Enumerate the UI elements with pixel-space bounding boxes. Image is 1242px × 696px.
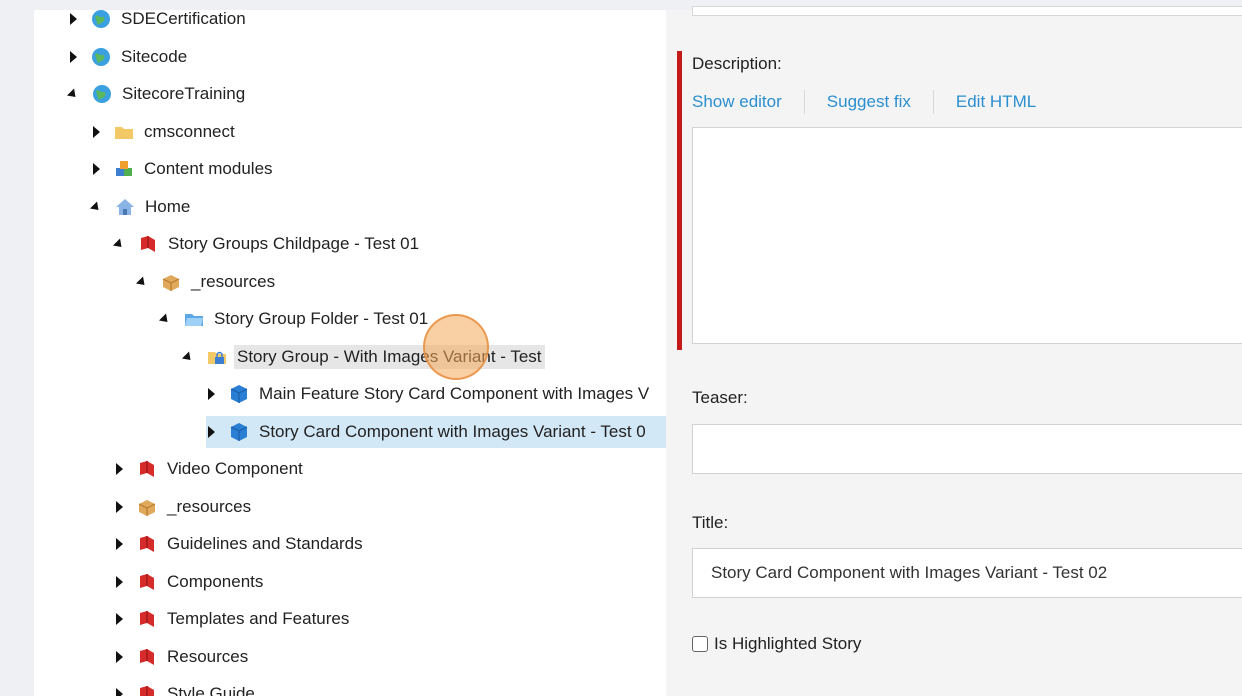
title-field[interactable]: Story Card Component with Images Variant… (692, 548, 1242, 598)
tree-item-label: Main Feature Story Card Component with I… (259, 384, 650, 403)
expand-arrow-icon[interactable] (70, 13, 77, 25)
collapse-arrow-icon[interactable] (158, 312, 172, 326)
tree-item-story-card-component[interactable]: Story Card Component with Images Variant… (206, 416, 666, 448)
bookmark-icon (137, 647, 157, 667)
expand-arrow-icon[interactable] (116, 651, 123, 663)
divider (803, 90, 805, 114)
tree-item-guidelines[interactable]: Guidelines and Standards (114, 528, 366, 560)
tree-item-story-groups-childpage[interactable]: Story Groups Childpage - Test 01 (112, 228, 422, 260)
tree-item-sdecertification[interactable]: SDECertification (68, 10, 249, 35)
tree-item-content-modules[interactable]: Content modules (91, 153, 276, 185)
tree-item-label: SitecoreTraining (122, 84, 246, 103)
cube-icon (229, 384, 249, 404)
tree-item-label: Style Guide (167, 684, 255, 696)
tree-item-label: Guidelines and Standards (167, 534, 363, 553)
description-label: Description: (692, 54, 782, 73)
folder-icon (114, 122, 134, 142)
tree-item-main-feature-story-card[interactable]: Main Feature Story Card Component with I… (206, 378, 652, 410)
tree-item-label: Resources (167, 647, 249, 666)
expand-arrow-icon[interactable] (116, 576, 123, 588)
folder-blue-icon (184, 309, 204, 329)
tree-item-label: _resources (167, 497, 252, 516)
globe-icon (92, 84, 112, 104)
tree-item-label: Templates and Features (167, 609, 350, 628)
bookmark-icon (137, 684, 157, 696)
tree-item-label: Home (145, 197, 191, 216)
field-editor-panel: Description: Show editor Suggest fix Edi… (666, 6, 1242, 696)
tree-item-resources-3[interactable]: Resources (114, 641, 251, 673)
tree-item-resources[interactable]: _resources (135, 266, 278, 298)
globe-icon (91, 10, 111, 29)
expand-arrow-icon[interactable] (116, 501, 123, 513)
globe-icon (91, 47, 111, 67)
tree-item-cmsconnect[interactable]: cmsconnect (91, 116, 238, 148)
modules-icon (114, 159, 134, 179)
edit-html-link[interactable]: Edit HTML (956, 92, 1036, 112)
tree-item-label: Video Component (167, 459, 303, 478)
checkbox-box[interactable] (692, 636, 708, 652)
expand-arrow-icon[interactable] (116, 463, 123, 475)
folder-lock-icon (207, 347, 227, 367)
tree-item-label: Story Group - With Images Variant - Test (234, 345, 545, 369)
checkbox-label: Is Highlighted Story (714, 634, 862, 653)
home-icon (115, 197, 135, 217)
divider (932, 90, 934, 114)
bookmark-icon (137, 609, 157, 629)
validation-error-bar (677, 51, 682, 350)
tree-item-label: Components (167, 572, 264, 591)
tree-item-label: SDECertification (121, 10, 246, 28)
tree-item-label: cmsconnect (144, 122, 235, 141)
tree-item-label: Sitecode (121, 47, 188, 66)
collapse-arrow-icon[interactable] (89, 200, 103, 214)
tree-item-resources-2[interactable]: _resources (114, 491, 254, 523)
tree-item-home[interactable]: Home (89, 191, 193, 223)
tree-item-label: Story Group Folder - Test 01 (214, 309, 429, 328)
collapse-arrow-icon[interactable] (181, 350, 195, 364)
expand-arrow-icon[interactable] (70, 51, 77, 63)
tree-item-label: Story Card Component with Images Variant… (259, 422, 646, 441)
suggest-fix-link[interactable]: Suggest fix (827, 92, 911, 112)
tree-item-label: Story Groups Childpage - Test 01 (168, 234, 420, 253)
teaser-field[interactable] (692, 424, 1242, 474)
expand-arrow-icon[interactable] (208, 426, 215, 438)
tree-item-label: _resources (191, 272, 276, 291)
expand-arrow-icon[interactable] (116, 688, 123, 696)
tree-item-story-group-folder[interactable]: Story Group Folder - Test 01 (158, 303, 431, 335)
expand-arrow-icon[interactable] (116, 613, 123, 625)
title-label: Title: (692, 513, 729, 532)
tree-item-label: Content modules (144, 159, 273, 178)
expand-arrow-icon[interactable] (93, 126, 100, 138)
bookmark-icon (137, 459, 157, 479)
box-icon (161, 272, 181, 292)
tree-item-sitecoretraining[interactable]: SitecoreTraining (66, 78, 248, 110)
is-highlighted-story-checkbox[interactable]: Is Highlighted Story (692, 634, 861, 654)
expand-arrow-icon[interactable] (116, 538, 123, 550)
bookmark-icon (137, 572, 157, 592)
cube-icon (229, 422, 249, 442)
tree-item-style-guide[interactable]: Style Guide (114, 678, 258, 696)
tree-item-sitecode[interactable]: Sitecode (68, 41, 190, 73)
bookmark-icon (137, 534, 157, 554)
collapse-arrow-icon[interactable] (66, 87, 80, 101)
expand-arrow-icon[interactable] (93, 163, 100, 175)
description-toolbar: Show editor Suggest fix Edit HTML (692, 90, 1036, 114)
show-editor-link[interactable]: Show editor (692, 92, 782, 112)
teaser-label: Teaser: (692, 388, 748, 407)
expand-arrow-icon[interactable] (208, 388, 215, 400)
tree-item-story-group-with-images[interactable]: Story Group - With Images Variant - Test (181, 341, 545, 373)
description-richtext-field[interactable] (692, 127, 1242, 344)
title-value: Story Card Component with Images Variant… (711, 563, 1108, 582)
bookmark-icon (138, 234, 158, 254)
previous-field-input[interactable] (692, 6, 1242, 16)
tree-item-video-component[interactable]: Video Component (114, 453, 306, 485)
collapse-arrow-icon[interactable] (135, 275, 149, 289)
content-tree: SDECertification Sitecode SitecoreTraini… (34, 10, 666, 696)
collapse-arrow-icon[interactable] (112, 237, 126, 251)
tree-item-components[interactable]: Components (114, 566, 266, 598)
box-icon (137, 497, 157, 517)
tree-item-templates[interactable]: Templates and Features (114, 603, 352, 635)
